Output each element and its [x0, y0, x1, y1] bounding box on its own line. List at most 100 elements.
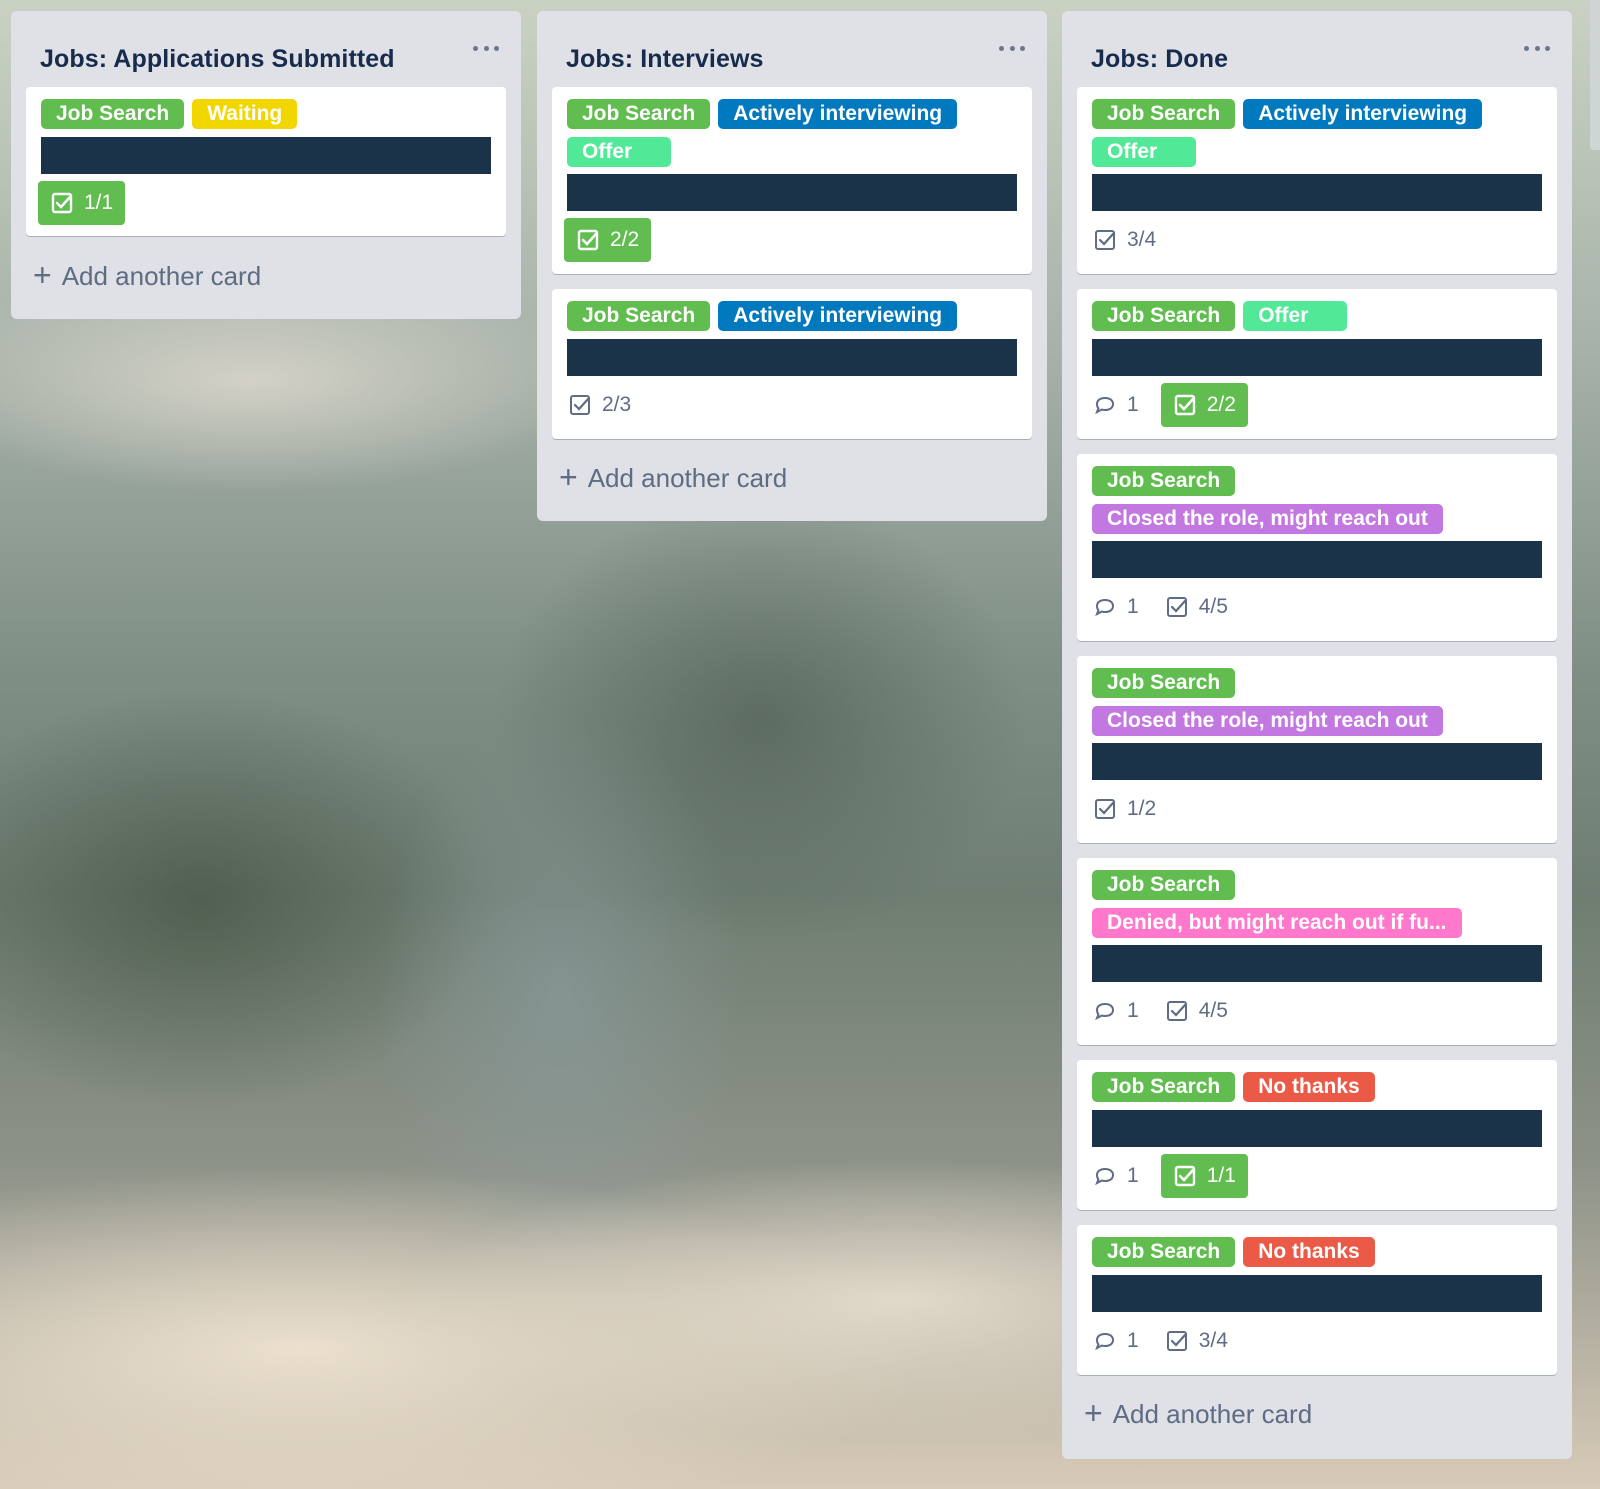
label-offer: Offer: [1243, 301, 1348, 331]
next-list-edge: [1590, 0, 1600, 150]
comment-badge: 1: [1089, 1154, 1143, 1198]
checklist-count: 2/2: [610, 228, 640, 251]
card-labels: Job Search Actively interviewing Offer: [1092, 99, 1542, 167]
card-labels: Job Search No thanks: [1092, 1072, 1542, 1102]
label-job-search: Job Search: [1092, 1072, 1236, 1102]
redacted-card-title: [1092, 541, 1542, 578]
card[interactable]: Job Search Offer 1 2/2: [1077, 289, 1557, 439]
card[interactable]: Job Search Denied, but might reach out i…: [1077, 858, 1557, 1045]
comment-count: 1: [1127, 999, 1139, 1022]
label-job-search: Job Search: [1092, 1237, 1236, 1267]
checklist-badge: 1/1: [38, 181, 126, 225]
redacted-card-title: [1092, 339, 1542, 376]
more-horizontal-icon[interactable]: [473, 37, 499, 59]
add-card-button[interactable]: + Add another card: [559, 461, 788, 494]
add-card-label: Add another card: [587, 463, 788, 493]
redacted-card-title: [41, 137, 491, 174]
card-badges: 1 3/4: [1089, 1319, 1232, 1363]
label-job-search: Job Search: [1092, 466, 1236, 496]
label-job-search: Job Search: [567, 99, 711, 129]
add-card-button[interactable]: + Add another card: [33, 257, 261, 293]
card[interactable]: Job Search Waiting 1/1: [26, 87, 506, 236]
list-title[interactable]: Jobs: Done: [1091, 45, 1228, 74]
comment-icon: [1095, 1332, 1115, 1351]
comment-count: 1: [1127, 1164, 1139, 1187]
label-closed-role: Closed the role, might reach out: [1092, 504, 1443, 534]
list-header: Jobs: Interviews: [537, 11, 1047, 81]
list-header: Jobs: Done: [1062, 11, 1572, 81]
checklist-count: 4/5: [1198, 999, 1228, 1022]
card-badges: 2/2: [564, 218, 652, 262]
label-job-search: Job Search: [1092, 870, 1236, 900]
card[interactable]: Job Search Actively interviewing Offer 2…: [552, 87, 1032, 274]
label-offer: Offer: [567, 137, 671, 167]
list-done: Jobs: Done Job Search Actively interview…: [1062, 11, 1572, 1459]
card-badges: 1/2: [1089, 787, 1160, 831]
label-no-thanks: No thanks: [1243, 1072, 1375, 1102]
label-actively-interviewing: Actively interviewing: [1243, 99, 1483, 129]
comment-badge: 1: [1089, 989, 1143, 1033]
checklist-count: 3/4: [1127, 228, 1157, 251]
comment-icon: [1095, 1002, 1115, 1021]
checklist-badge: 4/5: [1161, 989, 1232, 1033]
card-labels: Job Search Actively interviewing: [567, 301, 1017, 331]
card-labels: Job Search Closed the role, might reach …: [1092, 668, 1542, 736]
redacted-card-title: [1092, 174, 1542, 211]
card-labels: Job Search No thanks: [1092, 1237, 1542, 1267]
comment-badge: 1: [1089, 1319, 1143, 1363]
checklist-icon: [1174, 394, 1195, 416]
checklist-badge: 2/2: [564, 218, 652, 262]
redacted-card-title: [1092, 1275, 1542, 1312]
label-actively-interviewing: Actively interviewing: [718, 301, 958, 331]
plus-icon: +: [33, 257, 52, 293]
checklist-icon: [1095, 799, 1115, 819]
card-badges: 1 2/2: [1089, 383, 1248, 427]
checklist-badge: 3/4: [1089, 218, 1160, 262]
card-labels: Job Search Denied, but might reach out i…: [1092, 870, 1542, 938]
comment-badge: 1: [1089, 585, 1143, 629]
checklist-badge: 4/5: [1161, 585, 1232, 629]
checklist-icon: [1166, 1331, 1187, 1351]
card[interactable]: Job Search Closed the role, might reach …: [1077, 656, 1557, 843]
checklist-icon: [577, 229, 599, 251]
comment-icon: [1095, 598, 1115, 617]
card-badges: 3/4: [1089, 218, 1160, 262]
checklist-count: 1/2: [1127, 797, 1157, 820]
add-card-button[interactable]: + Add another card: [1084, 1395, 1313, 1431]
card[interactable]: Job Search No thanks 1 3/4: [1077, 1225, 1557, 1375]
list-title[interactable]: Jobs: Interviews: [566, 45, 764, 74]
checklist-badge: 2/3: [564, 383, 635, 427]
list-applications-submitted: Jobs: Applications Submitted Job Search …: [11, 11, 521, 319]
card-labels: Job Search Closed the role, might reach …: [1092, 466, 1542, 534]
card-labels: Job Search Actively interviewing Offer: [567, 99, 1017, 167]
label-job-search: Job Search: [567, 301, 711, 331]
label-no-thanks: No thanks: [1243, 1237, 1375, 1267]
label-job-search: Job Search: [41, 99, 185, 129]
checklist-count: 3/4: [1198, 1329, 1228, 1352]
card-badges: 1 4/5: [1089, 585, 1232, 629]
card[interactable]: Job Search Actively interviewing Offer 3…: [1077, 87, 1557, 274]
checklist-badge: 2/2: [1160, 383, 1248, 427]
label-waiting: Waiting: [192, 99, 298, 129]
label-job-search: Job Search: [1092, 301, 1236, 331]
list-title[interactable]: Jobs: Applications Submitted: [40, 45, 395, 74]
redacted-card-title: [1092, 1110, 1542, 1147]
card[interactable]: Job Search Actively interviewing 2/3: [552, 289, 1032, 439]
label-job-search: Job Search: [1092, 668, 1236, 698]
plus-icon: +: [1084, 1395, 1103, 1431]
card[interactable]: Job Search No thanks 1 1/1: [1077, 1060, 1557, 1210]
comment-icon: [1095, 1167, 1115, 1186]
checklist-count: 1/1: [1206, 1164, 1236, 1187]
comment-badge: 1: [1089, 383, 1143, 427]
more-horizontal-icon[interactable]: [999, 37, 1025, 59]
card-labels: Job Search Offer: [1092, 301, 1542, 331]
add-card-label: Add another card: [1112, 1399, 1313, 1429]
card[interactable]: Job Search Closed the role, might reach …: [1077, 454, 1557, 641]
card-labels: Job Search Waiting: [41, 99, 491, 129]
checklist-badge: 3/4: [1161, 1319, 1232, 1363]
more-horizontal-icon[interactable]: [1524, 37, 1550, 59]
redacted-card-title: [1092, 743, 1542, 780]
card-badges: 1 4/5: [1089, 989, 1232, 1033]
checklist-icon: [1095, 230, 1115, 250]
redacted-card-title: [567, 339, 1017, 376]
